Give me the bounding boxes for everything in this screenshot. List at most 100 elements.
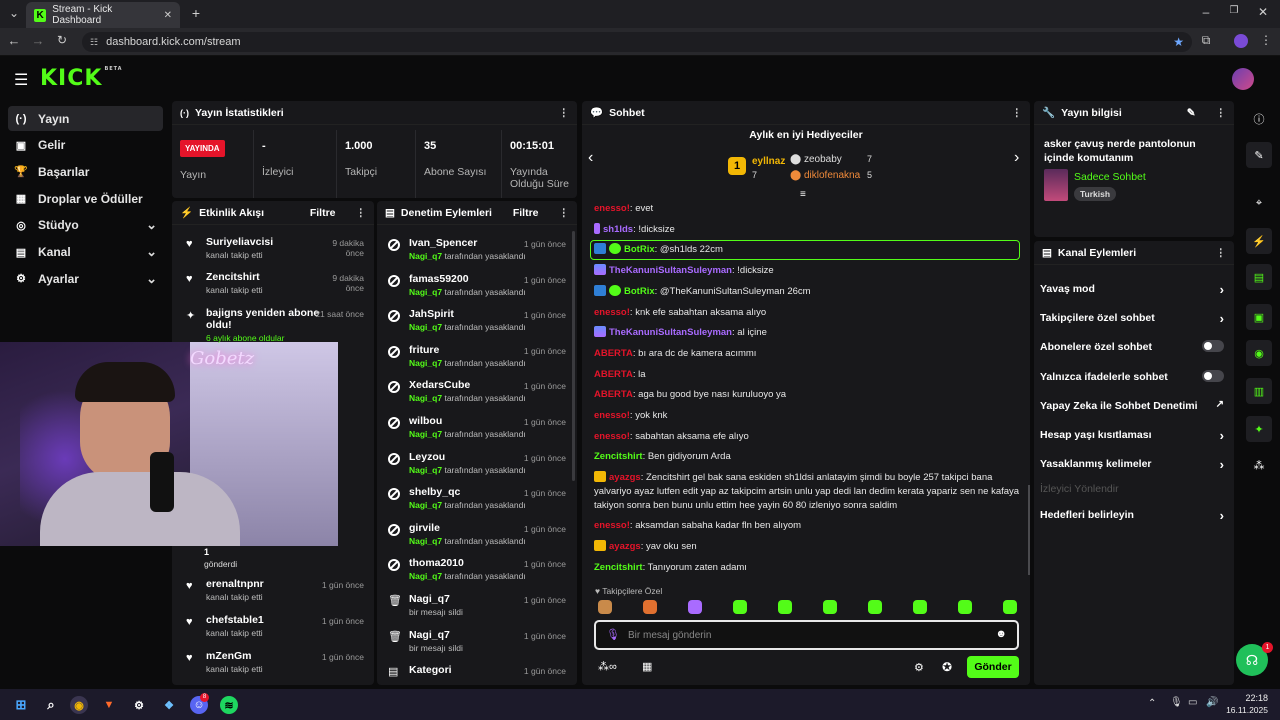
- category-thumbnail[interactable]: [1044, 169, 1068, 201]
- chat-message[interactable]: enesso!: aksamdan sabaha kadar fln ben a…: [594, 519, 1020, 533]
- sidebar-item-başarılar[interactable]: 🏆 Başarılar: [8, 159, 163, 184]
- url-field[interactable]: ☷ dashboard.kick.com/stream ★: [82, 32, 1192, 52]
- moderation-item[interactable]: girvile Nagi_q7 tarafından yasaklandı 1 gü…: [378, 522, 574, 558]
- chevron-down-icon[interactable]: ⌄: [146, 271, 157, 287]
- kick-logo[interactable]: KICK BETA: [40, 66, 123, 91]
- stream-info-menu-icon[interactable]: ⋮: [1216, 107, 1227, 119]
- pencil-icon[interactable]: ✎: [1246, 142, 1272, 168]
- profile-avatar[interactable]: [1234, 34, 1248, 48]
- taskbar-search-icon[interactable]: ⌕: [42, 696, 60, 714]
- network-icon[interactable]: ▭: [1188, 697, 1197, 708]
- chat-message[interactable]: ABERTA: bı ara dc de kamera acımmı: [594, 347, 1020, 361]
- extensions-icon[interactable]: ⧉: [1196, 33, 1216, 48]
- event-item[interactable]: ♥ erenaltnpnr kanalı takip etti 1 gün önce: [176, 578, 372, 612]
- chat-message[interactable]: ABERTA: la: [594, 368, 1020, 382]
- chat-scrollbar[interactable]: [1028, 485, 1030, 575]
- toggle-switch[interactable]: [1202, 340, 1224, 352]
- collapse-gifters-icon[interactable]: ≡: [800, 189, 806, 200]
- chat-message[interactable]: Zencitshirt: Ben gidiyorum Arda: [594, 450, 1020, 464]
- events-filter-button[interactable]: Filtre: [310, 207, 336, 219]
- app-icon[interactable]: ❖: [160, 696, 178, 714]
- channel-action-2[interactable]: Abonelere özel sohbet: [1040, 340, 1230, 368]
- info-icon[interactable]: ⓘ: [1246, 106, 1272, 132]
- channel-action-5[interactable]: Hesap yaşı kısıtlaması ›: [1040, 428, 1230, 456]
- layout-rail-icon[interactable]: ▥: [1246, 378, 1272, 404]
- chat-message[interactable]: ABERTA: aga bu good bye nası kuruluoyo y…: [594, 388, 1020, 402]
- channel-action-6[interactable]: Yasaklanmış kelimeler ›: [1040, 457, 1230, 485]
- emote-icon[interactable]: [778, 600, 792, 614]
- moderation-item[interactable]: ▤ Kategori 1 gün önce: [378, 664, 574, 700]
- emote-icon[interactable]: [688, 600, 702, 614]
- moderation-item[interactable]: Ivan_Spencer Nagi_q7 tarafından yasakland…: [378, 237, 574, 273]
- sidebar-item-yayın[interactable]: (·) Yayın: [8, 106, 163, 131]
- chat-message[interactable]: enesso!: knk efe sabahtan aksama alıyo: [594, 306, 1020, 320]
- browser-tab[interactable]: K Stream - Kick Dashboard ✕: [26, 2, 180, 28]
- moderation-item[interactable]: wilbou Nagi_q7 tarafından yasaklandı 1 gün…: [378, 415, 574, 451]
- chat-message[interactable]: BotRix: @TheKanuniSultanSuleyman 26cm: [594, 284, 1020, 299]
- gifters-next-icon[interactable]: ›: [1014, 149, 1019, 167]
- quick-action-icon[interactable]: ⚡: [1246, 228, 1272, 254]
- channel-action-8[interactable]: Hedefleri belirleyin ›: [1040, 508, 1230, 536]
- chevron-down-icon[interactable]: ⌄: [146, 244, 157, 260]
- chat-settings-icon[interactable]: ⚙: [914, 661, 924, 674]
- moderation-item[interactable]: famas59200 Nagi_q7 tarafından yasaklandı 1…: [378, 273, 574, 309]
- moderation-item[interactable]: shelby_qc Nagi_q7 tarafından yasaklandı 1 …: [378, 486, 574, 522]
- clock-time[interactable]: 22:18: [1232, 693, 1268, 703]
- chat-input[interactable]: 🎙 Bir mesaj gönderin ☻: [594, 620, 1019, 650]
- clock-date[interactable]: 16.11.2025: [1220, 705, 1268, 715]
- chevron-right-icon[interactable]: ›: [1220, 311, 1224, 326]
- channel-action-3[interactable]: Yalnızca ifadelerle sohbet: [1040, 370, 1230, 398]
- tab-close-icon[interactable]: ✕: [164, 10, 172, 21]
- event-item[interactable]: ♥ Zencitshirt kanalı takip etti 9 dakika ön…: [176, 271, 372, 305]
- chat-message[interactable]: enesso!: evet: [594, 202, 1020, 216]
- event-item[interactable]: ♥ chefstable1 kanalı takip etti 1 gün önce: [176, 614, 372, 648]
- sidebar-item-gelir[interactable]: ▣ Gelir: [8, 133, 163, 158]
- emote-icon[interactable]: [733, 600, 747, 614]
- channel-action-4[interactable]: Yapay Zeka ile Sohbet Denetimi ↗: [1040, 399, 1230, 427]
- event-item[interactable]: ✦ bajigns yeniden abone oldu! 6 aylık abon…: [176, 307, 372, 343]
- mod-tools-icon[interactable]: ✪: [942, 660, 952, 674]
- moderation-menu-icon[interactable]: ⋮: [559, 207, 570, 219]
- moderation-item[interactable]: thoma2010 Nagi_q7 tarafından yasaklandı 1 …: [378, 557, 574, 593]
- sidebar-item-stüdyo[interactable]: ◎ Stüdyo ⌄: [8, 213, 163, 238]
- chevron-right-icon[interactable]: ›: [1220, 508, 1224, 523]
- channel-actions-menu-icon[interactable]: ⋮: [1216, 247, 1227, 259]
- channel-points-icon[interactable]: ⁂∞: [598, 660, 617, 673]
- emote-icon[interactable]: [643, 600, 657, 614]
- more-rail-icon[interactable]: ⁂: [1246, 452, 1272, 478]
- wrench-rail-icon[interactable]: ✦: [1246, 416, 1272, 442]
- emote-icon[interactable]: [598, 600, 612, 614]
- tab-search-icon[interactable]: ⌄: [4, 6, 24, 20]
- events-rail-icon[interactable]: ▤: [1246, 264, 1272, 290]
- window-close-icon[interactable]: ✕: [1253, 5, 1273, 19]
- event-item[interactable]: ♥ Suriyeliavcisi kanalı takip etti 9 dakika…: [176, 236, 372, 270]
- tray-chevron-icon[interactable]: ⌃: [1148, 698, 1156, 709]
- chat-message[interactable]: enesso!: yok knk: [594, 409, 1020, 423]
- chat-message[interactable]: sh1lds: !dicksize: [594, 222, 1020, 237]
- sidebar-item-kanal[interactable]: ▤ Kanal ⌄: [8, 240, 163, 265]
- user-avatar[interactable]: [1232, 68, 1254, 90]
- microphone-icon[interactable]: 🎙: [606, 628, 620, 641]
- chat-message[interactable]: TheKanuniSultanSuleyman: !dicksize: [594, 264, 1020, 278]
- chat-message[interactable]: ayazgs: yav oku sen: [594, 539, 1020, 554]
- moderation-filter-button[interactable]: Filtre: [513, 207, 539, 219]
- moderation-item[interactable]: friture Nagi_q7 tarafından yasaklandı 1 gü…: [378, 344, 574, 380]
- forward-icon[interactable]: →: [28, 33, 48, 48]
- browser-menu-icon[interactable]: ⋮: [1256, 33, 1276, 47]
- steam-icon[interactable]: ⚙: [130, 696, 148, 714]
- external-link-icon[interactable]: ↗: [1216, 399, 1224, 410]
- emote-icon[interactable]: [1003, 600, 1017, 614]
- minimize-icon[interactable]: –: [1196, 5, 1216, 19]
- chat-message[interactable]: TheKanuniSultanSuleyman: al içine: [594, 326, 1020, 340]
- channel-action-1[interactable]: Takipçilere özel sohbet ›: [1040, 311, 1230, 339]
- back-icon[interactable]: ←: [4, 33, 24, 48]
- chat-message[interactable]: Zencitshirt: Tanıyorum zaten adamı: [594, 561, 1020, 575]
- reload-icon[interactable]: ↻: [52, 33, 72, 47]
- stats-menu-icon[interactable]: ⋮: [559, 107, 570, 119]
- gifters-prev-icon[interactable]: ‹: [588, 149, 593, 167]
- moderation-item[interactable]: Leyzou Nagi_q7 tarafından yasaklandı 1 gün…: [378, 451, 574, 487]
- chevron-right-icon[interactable]: ›: [1220, 428, 1224, 443]
- spotify-icon[interactable]: ≋: [220, 696, 238, 714]
- store-icon[interactable]: ▦: [642, 660, 652, 673]
- chat-rail-icon[interactable]: ▣: [1246, 304, 1272, 330]
